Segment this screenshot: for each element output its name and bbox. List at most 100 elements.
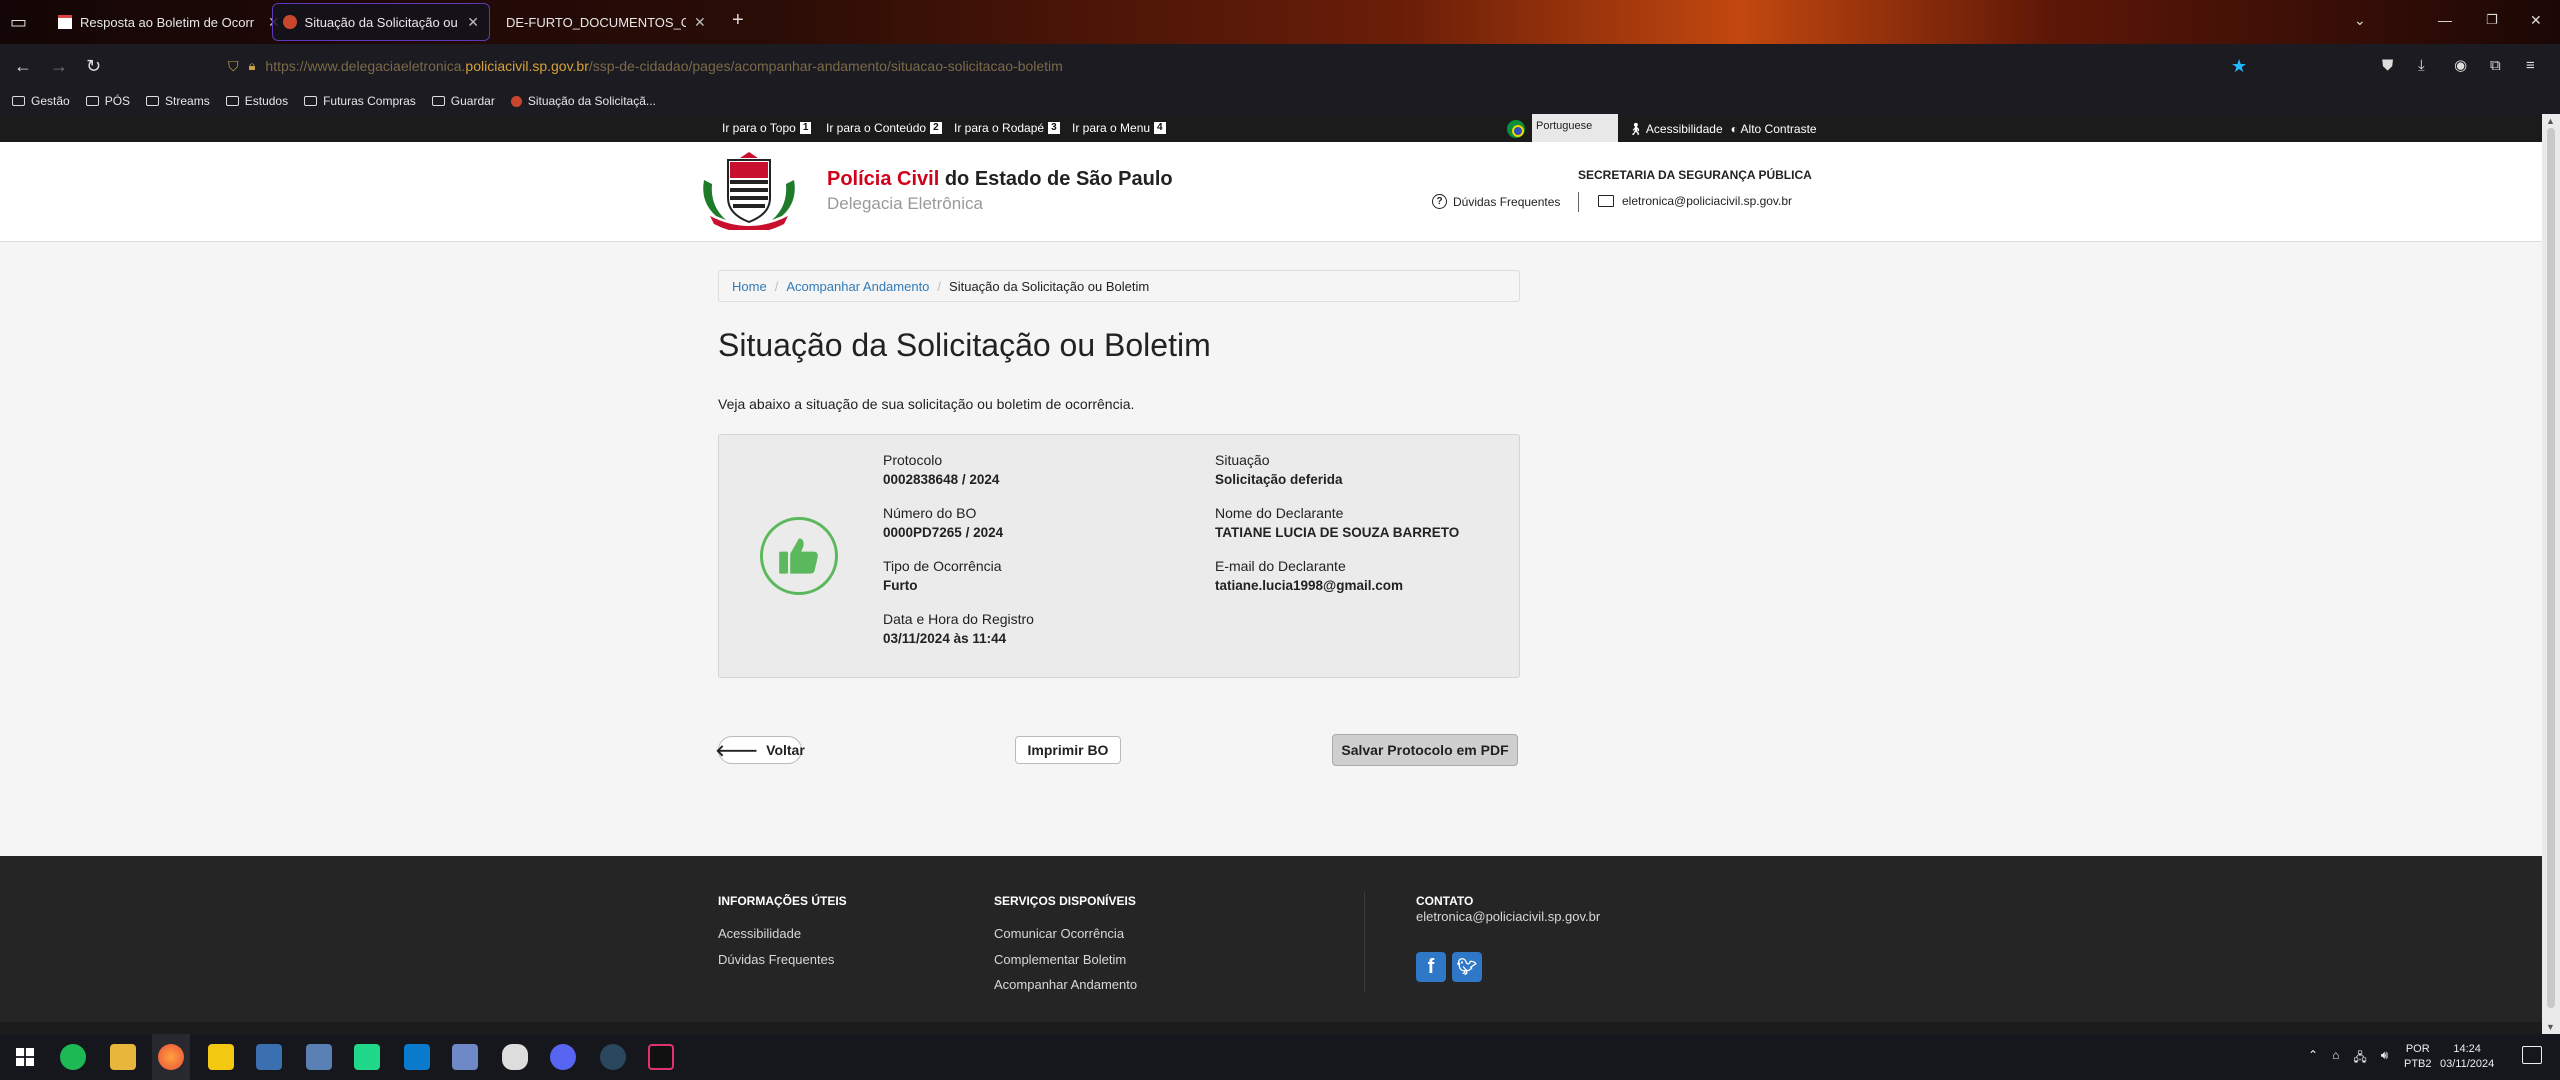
lock-icon[interactable]: 🔒︎ [249,58,256,74]
chevron-down-icon[interactable]: ⌄ [2354,10,2366,30]
volume-icon[interactable]: 🔊︎ [2381,1048,2389,1069]
reload-icon[interactable]: ↻ [86,56,101,76]
input-language-indicator[interactable]: POR PTB2 [2404,1042,2432,1072]
field-numero-bo: Número do BO 0000PD7265 / 2024 [883,504,1003,542]
faq-link[interactable]: ? Dúvidas Frequentes [1432,194,1560,209]
bookmark-link[interactable]: Situação da Solicitaçã... [510,94,656,108]
downloads-icon[interactable]: ⤓ [2418,56,2425,76]
email-link[interactable]: eletronica@policiacivil.sp.gov.br [1598,194,1792,208]
discord-icon[interactable] [550,1044,576,1070]
breadcrumb-home[interactable]: Home [732,279,767,294]
steam-icon[interactable] [600,1044,626,1070]
footer-link-duvidas[interactable]: Dúvidas Frequentes [718,952,834,967]
bookmark-folder[interactable]: Gestão [12,94,70,108]
tab-pdf[interactable]: DE-FURTO_DOCUMENTOS_CELULA ✕ [496,3,716,41]
system-clock[interactable]: 14:24 03/11/2024 [2440,1042,2494,1072]
bookmark-folder[interactable]: Estudos [225,94,288,108]
footer-link-acompanhar[interactable]: Acompanhar Andamento [994,977,1137,992]
skip-link-menu[interactable]: Ir para o Menu 4 [1072,121,1166,135]
windows-taskbar: ⌃ ⌂ 🖧︎ 🔊︎ POR PTB2 14:24 03/11/2024 [0,1034,2560,1080]
skip-link-content[interactable]: Ir para o Conteúdo 2 [826,121,942,135]
minimize-icon[interactable]: — [2438,10,2452,30]
field-value: 0002838648 / 2024 [883,472,1000,487]
shield-icon[interactable]: ⛉ [228,58,239,75]
accessibility-link[interactable]: 🚶︎ Acessibilidade [1628,122,1723,136]
menu-icon[interactable]: ≡ [2526,56,2535,76]
virtualbox-icon[interactable] [452,1044,478,1070]
field-data-registro: Data e Hora do Registro 03/11/2024 às 11… [883,610,1034,648]
footer-bottom-strip [0,1022,2542,1034]
field-label: Nome do Declarante [1215,505,1344,521]
person-icon: 🚶︎ [1628,122,1644,136]
breadcrumb-separator: / [937,279,942,294]
sao-paulo-crest-logo[interactable] [696,150,802,230]
breadcrumb-separator: / [774,279,779,294]
url-text[interactable]: https://www.delegaciaeletronica.policiac… [265,58,1062,74]
pycharm-icon[interactable] [354,1044,380,1070]
tab-label: DE-FURTO_DOCUMENTOS_CELULA [506,14,686,30]
field-value: 03/11/2024 às 11:44 [883,631,1007,646]
facebook-icon[interactable]: f [1416,952,1446,982]
breadcrumb: Home / Acompanhar Andamento / Situação d… [718,270,1520,302]
folder-icon [85,96,99,106]
save-pdf-button[interactable]: Salvar Protocolo em PDF [1332,734,1518,766]
power-bi-icon[interactable] [208,1044,234,1070]
pocket-icon[interactable]: ⛊ [2382,56,2393,76]
gmail-icon [58,15,72,29]
close-window-icon[interactable]: ✕ [2530,10,2542,30]
bookmark-folder[interactable]: Guardar [431,94,495,108]
close-icon[interactable]: ✕ [694,14,706,31]
file-explorer-icon[interactable] [110,1044,136,1070]
chevron-up-icon[interactable]: ⌃ [2308,1048,2318,1069]
notification-icon[interactable] [2522,1046,2542,1064]
usb-icon[interactable]: ⌂ [2332,1048,2339,1069]
windows-start-icon[interactable] [16,1048,34,1066]
bookmark-star-icon[interactable]: ★ [2231,56,2247,76]
ssms-icon[interactable] [306,1044,332,1070]
python-idle-icon[interactable] [256,1044,282,1070]
gamepad-icon[interactable] [502,1044,528,1070]
skip-link-footer[interactable]: Ir para o Rodapé 3 [954,121,1060,135]
field-value: TATIANE LUCIA DE SOUZA BARRETO [1215,525,1460,540]
footer-contact-email[interactable]: eletronica@policiacivil.sp.gov.br [1416,909,1600,924]
tab-list-icon[interactable]: ▭ [10,12,27,32]
footer-link-acessibilidade[interactable]: Acessibilidade [718,926,801,941]
address-bar[interactable]: ⛉ 🔒︎ https://www.delegaciaeletronica.pol… [228,51,2278,81]
twitter-icon[interactable]: 🐦︎ [1452,952,1482,982]
spotify-icon[interactable] [60,1044,86,1070]
restore-icon[interactable]: ❐ [2486,10,2498,30]
high-contrast-toggle[interactable]: ◐ Alto Contraste [1731,122,1817,136]
forward-arrow-icon[interactable]: → [50,56,68,76]
scroll-up-icon[interactable]: ▲ [2546,116,2555,126]
capcut-icon[interactable] [648,1044,674,1070]
skip-link-top[interactable]: Ir para o Topo 1 [722,121,812,135]
new-tab-button[interactable]: + [732,10,744,30]
bookmark-folder[interactable]: Futuras Compras [304,94,416,108]
breadcrumb-acompanhar[interactable]: Acompanhar Andamento [786,279,929,294]
site-header: Polícia Civil do Estado de São Paulo Del… [0,142,2542,242]
vscode-icon[interactable] [404,1044,430,1070]
field-label: Situação [1215,452,1270,468]
scroll-down-icon[interactable]: ▼ [2546,1022,2555,1032]
field-value: Solicitação deferida [1215,472,1343,487]
scrollbar-thumb[interactable] [2547,128,2555,1008]
close-icon[interactable]: ✕ [467,14,479,31]
folder-icon [225,96,239,106]
back-button[interactable]: 🡐 Voltar [715,736,805,764]
extensions-icon[interactable]: ⧉ [2490,56,2501,76]
tab-label: Situação da Solicitação ou Bol [304,14,460,30]
footer-link-comunicar[interactable]: Comunicar Ocorrência [994,926,1124,941]
footer-link-complementar[interactable]: Complementar Boletim [994,952,1126,967]
bookmark-folder[interactable]: Streams [146,94,210,108]
language-selector[interactable]: Portuguese [1532,114,1618,142]
tab-situacao[interactable]: Situação da Solicitação ou Bol ✕ [272,3,490,41]
back-arrow-icon[interactable]: ← [14,56,32,76]
print-bo-button[interactable]: Imprimir BO [1015,736,1121,764]
page-scrollbar[interactable]: ▲ ▼ [2542,114,2560,1034]
question-circle-icon: ? [1432,194,1447,209]
tab-gmail[interactable]: Resposta ao Boletim de Ocorr ✕ [48,3,290,41]
account-icon[interactable]: ◉ [2454,56,2467,76]
network-icon[interactable]: 🖧︎ [2353,1048,2366,1069]
bookmark-folder[interactable]: PÓS [85,94,130,108]
field-value: tatiane.lucia1998@gmail.com [1215,578,1403,593]
